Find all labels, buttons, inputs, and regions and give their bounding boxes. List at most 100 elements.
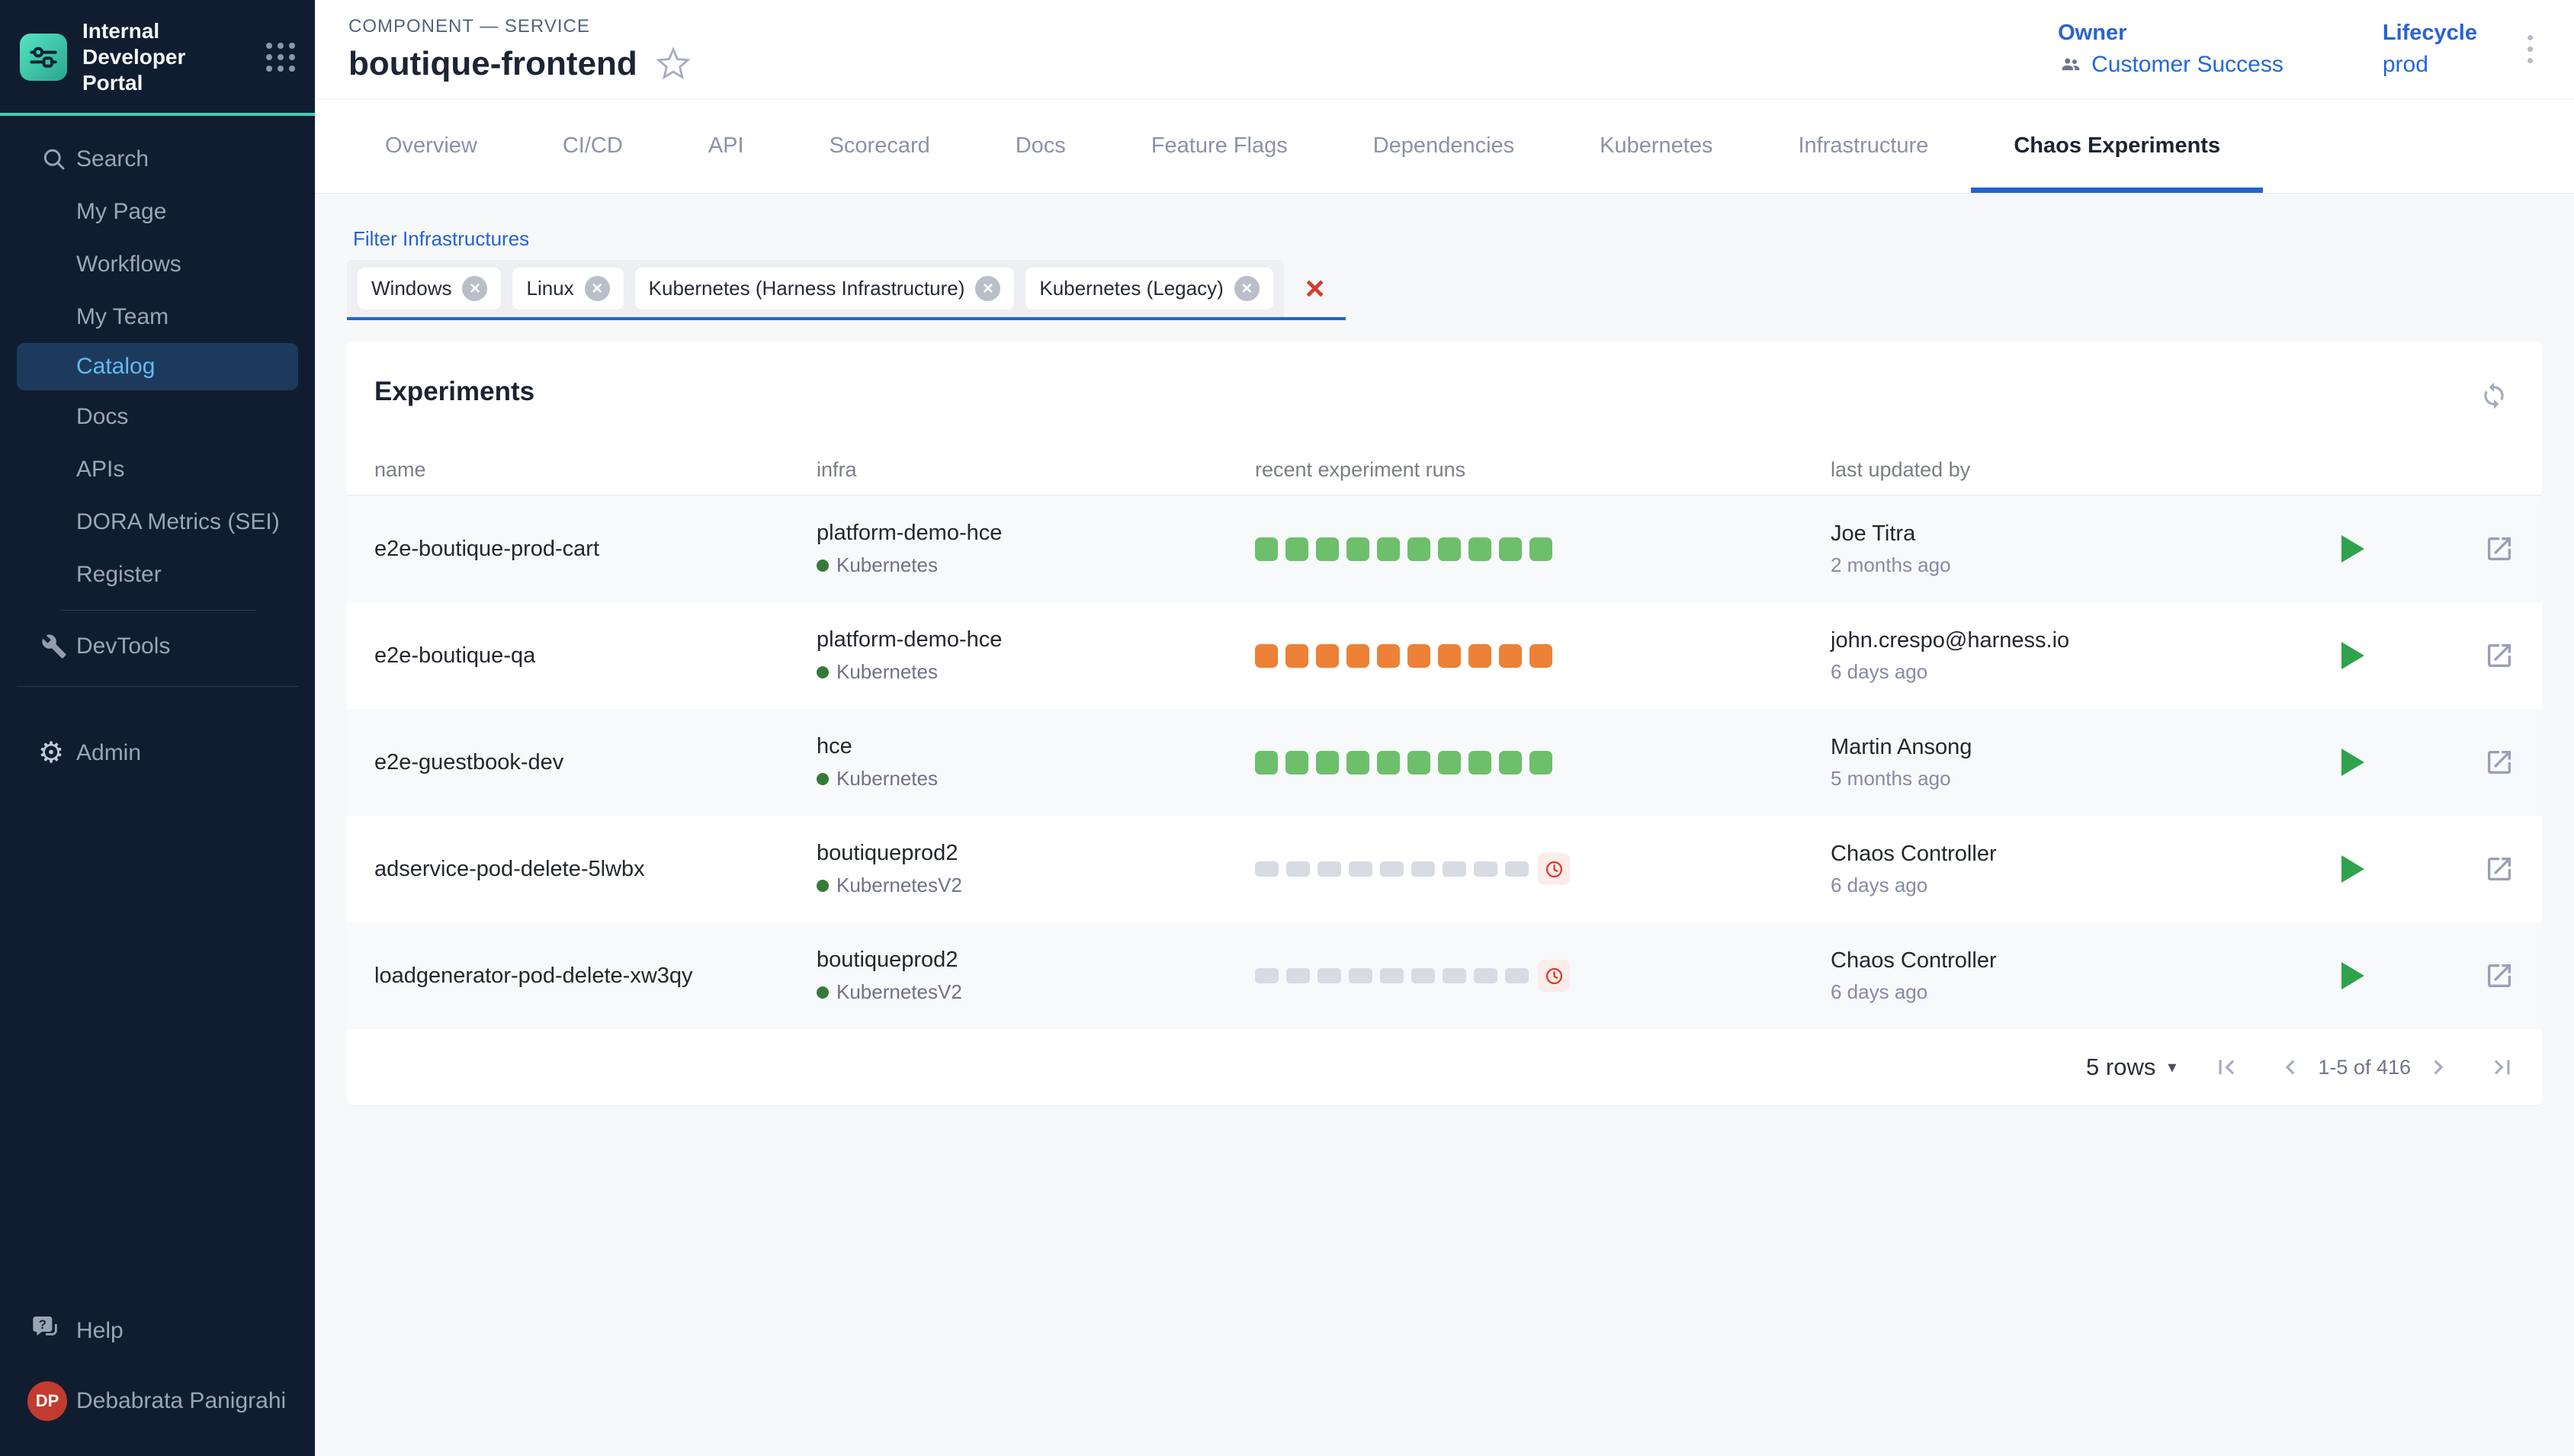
- run-experiment-play-button[interactable]: [2341, 962, 2364, 989]
- tab-overview[interactable]: Overview: [342, 99, 520, 193]
- chip-label: Linux: [526, 277, 573, 300]
- sidebar-item-catalog[interactable]: Catalog: [17, 343, 298, 390]
- lifecycle-value: prod: [2383, 52, 2477, 78]
- col-name: name: [374, 458, 817, 482]
- sidebar-item-dora-metrics-sei[interactable]: DORA Metrics (SEI): [0, 495, 315, 548]
- run-failed-square: [1255, 644, 1278, 668]
- run-pending-square: [1286, 861, 1310, 877]
- clear-filters-icon[interactable]: ×: [1305, 272, 1325, 306]
- chip-remove-icon[interactable]: ×: [462, 276, 487, 301]
- next-page-button[interactable]: [2422, 1050, 2455, 1084]
- user-name: Debabrata Panigrahi: [76, 1388, 286, 1414]
- open-in-new-icon[interactable]: [2484, 854, 2515, 884]
- kebab-menu-icon[interactable]: [2523, 30, 2537, 68]
- run-experiment-play-button[interactable]: [2341, 642, 2364, 669]
- help-bubble-icon: ?: [30, 1313, 61, 1349]
- tab-label: Overview: [385, 133, 477, 159]
- run-failed-square: [1468, 644, 1491, 668]
- updated-at: 5 months ago: [1831, 767, 2341, 791]
- brand-title: Internal Developer Portal: [82, 18, 242, 96]
- tab-scorecard[interactable]: Scorecard: [787, 99, 973, 193]
- run-success-square: [1468, 751, 1491, 775]
- tab-infrastructure[interactable]: Infrastructure: [1755, 99, 1971, 193]
- row-actions: [2341, 747, 2515, 778]
- run-failed-square: [1438, 644, 1461, 668]
- recent-runs-strip: [1255, 751, 1831, 775]
- run-failed-square: [1377, 644, 1400, 668]
- user-menu[interactable]: DP Debabrata Panigrahi: [0, 1366, 315, 1436]
- tab-ci-cd[interactable]: CI/CD: [520, 99, 666, 193]
- apps-grid-icon[interactable]: [266, 43, 295, 72]
- row-actions: [2341, 640, 2515, 671]
- sidebar-item-help[interactable]: ? Help: [0, 1307, 315, 1355]
- table-row[interactable]: loadgenerator-pod-delete-xw3qyboutiquepr…: [347, 922, 2542, 1029]
- experiment-name: loadgenerator-pod-delete-xw3qy: [374, 964, 817, 989]
- rows-per-page-select[interactable]: 5 rows ▾: [2086, 1054, 2176, 1081]
- refresh-icon[interactable]: [2479, 381, 2508, 410]
- sidebar-item-apis[interactable]: APIs: [0, 443, 315, 495]
- run-pending-square: [1474, 968, 1497, 983]
- sidebar-item-label: My Page: [76, 199, 166, 225]
- chip-remove-icon[interactable]: ×: [975, 276, 1000, 301]
- table-row[interactable]: e2e-boutique-qaplatform-demo-hceKubernet…: [347, 602, 2542, 709]
- tab-docs[interactable]: Docs: [973, 99, 1109, 193]
- tab-feature-flags[interactable]: Feature Flags: [1109, 99, 1330, 193]
- run-experiment-play-button[interactable]: [2341, 855, 2364, 883]
- table-row[interactable]: adservice-pod-delete-5lwbxboutiqueprod2K…: [347, 816, 2542, 922]
- run-pending-square: [1443, 861, 1466, 877]
- lifecycle-label: Lifecycle: [2383, 21, 2477, 46]
- sidebar-item-register[interactable]: Register: [0, 548, 315, 601]
- tab-dependencies[interactable]: Dependencies: [1330, 99, 1557, 193]
- infra-status-dot: [817, 880, 829, 892]
- filter-chip-kubernetes-legacy: Kubernetes (Legacy)×: [1025, 268, 1273, 309]
- prev-page-button[interactable]: [2274, 1050, 2307, 1084]
- open-in-new-icon[interactable]: [2484, 747, 2515, 778]
- owner-link[interactable]: Customer Success: [2091, 52, 2284, 78]
- sidebar-item-label: Catalog: [76, 354, 155, 380]
- updated-by-name: Joe Titra: [1831, 521, 2341, 547]
- chip-remove-icon[interactable]: ×: [1234, 276, 1260, 301]
- run-success-square: [1316, 751, 1339, 775]
- first-page-button[interactable]: [2210, 1050, 2243, 1084]
- run-success-square: [1407, 537, 1430, 561]
- infra-status-dot: [817, 560, 829, 572]
- sidebar-item-workflows[interactable]: Workflows: [0, 238, 315, 290]
- tab-api[interactable]: API: [666, 99, 787, 193]
- last-page-button[interactable]: [2486, 1050, 2519, 1084]
- sidebar-item-label: DORA Metrics (SEI): [76, 509, 280, 535]
- favorite-star-icon[interactable]: [656, 47, 691, 82]
- open-in-new-icon[interactable]: [2484, 961, 2515, 991]
- app-root: Internal Developer Portal Search My Page W…: [0, 0, 2574, 1456]
- updated-by-cell: Joe Titra2 months ago: [1831, 521, 2341, 577]
- sidebar-divider: [59, 610, 255, 611]
- sidebar-item-admin[interactable]: ⚙ Admin: [0, 726, 315, 779]
- sidebar-item-my-team[interactable]: My Team: [0, 290, 315, 343]
- col-runs: recent experiment runs: [1255, 458, 1831, 482]
- run-pending-square: [1411, 861, 1435, 877]
- svg-text:?: ?: [39, 1317, 47, 1332]
- sidebar-item-label: DevTools: [76, 633, 170, 659]
- sidebar-item-label: APIs: [76, 457, 124, 483]
- run-experiment-play-button[interactable]: [2341, 749, 2364, 776]
- experiment-name: adservice-pod-delete-5lwbx: [374, 857, 817, 882]
- recent-runs-strip: [1255, 537, 1831, 561]
- sidebar-item-my-page[interactable]: My Page: [0, 185, 315, 238]
- sidebar-item-search[interactable]: Search: [0, 133, 315, 185]
- breadcrumb: COMPONENT — SERVICE: [348, 16, 691, 37]
- infra-cell: boutiqueprod2KubernetesV2: [817, 948, 1255, 1004]
- sidebar-item-devtools[interactable]: DevTools: [0, 620, 315, 672]
- tab-chaos-experiments[interactable]: Chaos Experiments: [1971, 99, 2263, 193]
- harness-idp-logo[interactable]: [20, 34, 67, 81]
- chip-remove-icon[interactable]: ×: [585, 276, 610, 301]
- tab-label: Chaos Experiments: [2014, 133, 2220, 159]
- run-experiment-play-button[interactable]: [2341, 535, 2364, 563]
- table-row[interactable]: e2e-boutique-prod-cartplatform-demo-hceK…: [347, 495, 2542, 602]
- table-row[interactable]: e2e-guestbook-devhceKubernetesMartin Ans…: [347, 709, 2542, 816]
- open-in-new-icon[interactable]: [2484, 534, 2515, 564]
- filter-infrastructures-label[interactable]: Filter Infrastructures: [353, 227, 529, 251]
- sidebar-item-docs[interactable]: Docs: [0, 390, 315, 443]
- open-in-new-icon[interactable]: [2484, 640, 2515, 671]
- infrastructure-filter-input[interactable]: Windows×Linux×Kubernetes (Harness Infras…: [347, 260, 1284, 317]
- tab-kubernetes[interactable]: Kubernetes: [1557, 99, 1755, 193]
- pagination: 5 rows ▾ 1-5 of 416: [347, 1029, 2542, 1105]
